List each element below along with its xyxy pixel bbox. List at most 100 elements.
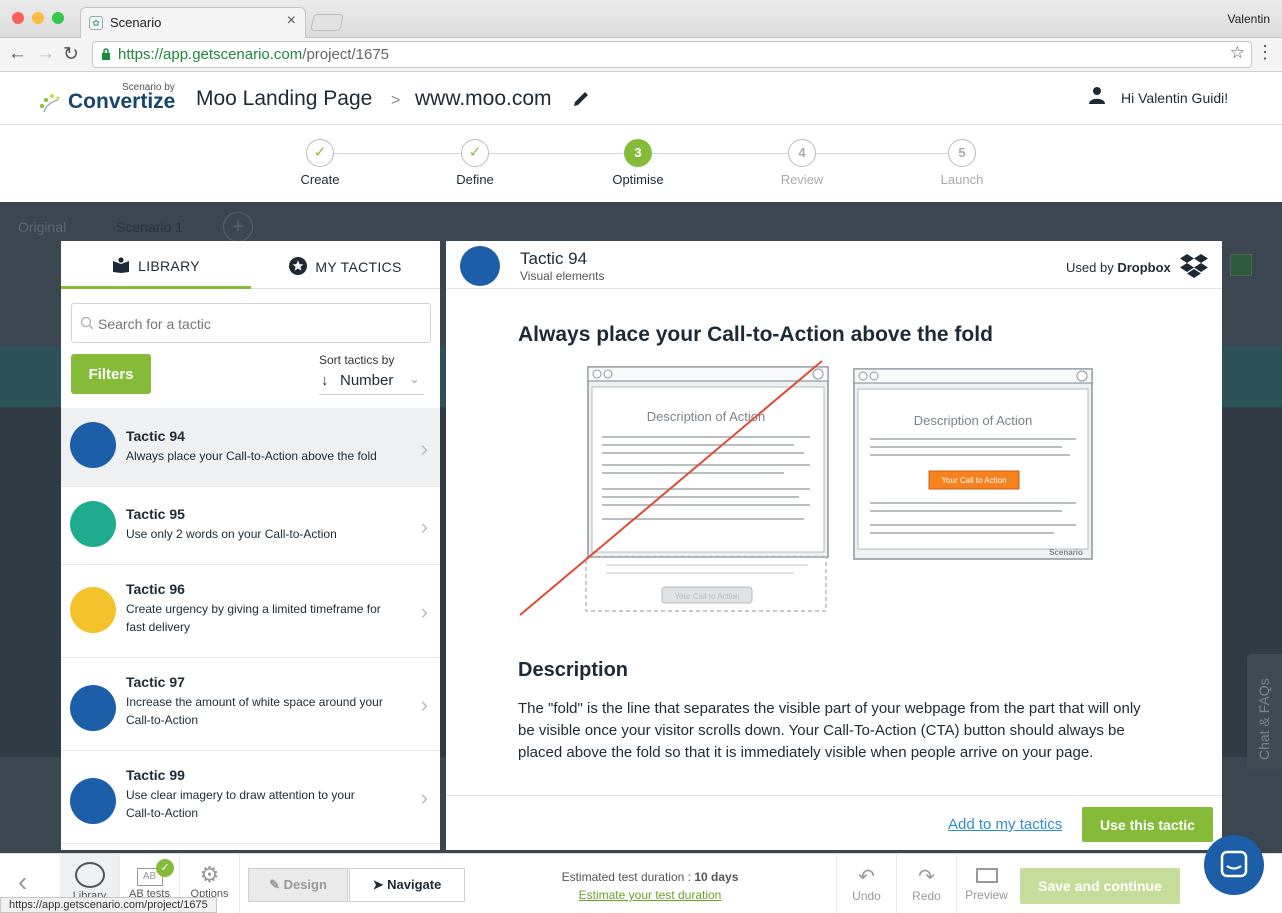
tactic-headline: Always place your Call-to-Action above t… (518, 323, 993, 346)
site-url: www.moo.com (415, 87, 552, 110)
add-to-my-tactics-link[interactable]: Add to my tactics (948, 816, 1062, 833)
pencil-edit-icon[interactable] (571, 89, 591, 109)
chevron-right-icon: › (420, 692, 428, 717)
tactic-item-95[interactable]: Tactic 95 Use only 2 words on your Call-… (61, 487, 440, 565)
user-greeting[interactable]: Hi Valentin Guidi! (1121, 90, 1228, 106)
check-icon: ✓ (306, 139, 334, 167)
breadcrumb-separator: > (391, 92, 401, 109)
minimize-window-button[interactable] (32, 12, 44, 24)
description-text: The "fold" is the line that separates th… (518, 700, 1141, 761)
sort-value: Number (340, 372, 394, 389)
redo-icon: ↷ (918, 866, 935, 888)
browser-tab[interactable]: ✿ Scenario × (80, 7, 306, 38)
tactic-title: Tactic 99 (126, 767, 185, 783)
step-review[interactable]: 4 Review (757, 139, 847, 187)
illus-cta-highlight: Your Call to Action (941, 476, 1006, 485)
tactic-description: Increase the amount of white space aroun… (126, 695, 383, 727)
search-box (71, 303, 431, 343)
tactic-library-panel: LIBRARY MY TACTICS Filters Sort tactics … (61, 241, 440, 850)
gear-icon: ⚙ (199, 862, 220, 887)
undo-button[interactable]: ↶ Undo (836, 854, 896, 913)
favicon-icon: ✿ (89, 16, 103, 30)
forward-arrow-icon[interactable]: → (36, 43, 55, 65)
filters-button[interactable]: Filters (71, 354, 151, 394)
step-optimise[interactable]: 3 Optimise (593, 139, 683, 187)
chevron-left-icon[interactable]: ‹ (18, 866, 27, 898)
convertize-logo-icon (40, 94, 60, 113)
tactic-title: Tactic 94 (126, 428, 185, 444)
tab-library-label: LIBRARY (112, 257, 200, 274)
search-input[interactable] (98, 316, 418, 332)
tactic-detail-header: Tactic 94 Visual elements Used by Dropbo… (446, 241, 1222, 289)
reload-icon[interactable]: ↻ (63, 43, 79, 66)
close-window-button[interactable] (12, 12, 24, 24)
monitor-icon (975, 868, 998, 883)
book-icon (113, 257, 130, 273)
tactic-item-96[interactable]: Tactic 96 Create urgency by giving a lim… (61, 565, 440, 658)
browser-menu-icon[interactable]: ⋮ (1256, 42, 1274, 63)
project-title[interactable]: Moo Landing Page (196, 87, 372, 111)
back-arrow-icon[interactable]: ← (8, 43, 27, 65)
step-define[interactable]: ✓ Define (430, 139, 520, 187)
logo-wordmark[interactable]: Convertize (68, 90, 175, 114)
estimated-duration-text: Estimated test duration : 10 days (561, 870, 739, 884)
tactic-title: Tactic 95 (126, 506, 185, 522)
app-header: Scenario by Convertize Moo Landing Page … (0, 72, 1282, 125)
redo-button[interactable]: ↷ Redo (896, 854, 956, 913)
bookmark-star-icon[interactable]: ☆ (1230, 43, 1245, 63)
tactic-detail-title: Tactic 94 (520, 249, 588, 268)
browser-profile-name[interactable]: Valentin (1228, 12, 1270, 26)
url-text: https://app.getscenario.com/project/1675 (118, 46, 390, 63)
new-tab-button[interactable] (310, 14, 344, 31)
brain-icon (70, 778, 116, 824)
maximize-window-button[interactable] (52, 12, 64, 24)
step-label: Review (780, 172, 824, 187)
description-heading: Description (518, 659, 629, 681)
tactic-description: Use only 2 words on your Call-to-Action (126, 527, 337, 541)
progress-stepper: ✓ Create ✓ Define 3 Optimise 4 Review 5 … (0, 125, 1282, 202)
step-create[interactable]: ✓ Create (275, 139, 365, 187)
navigate-mode-button[interactable]: ➤ Navigate (349, 868, 465, 902)
tactic-description: Create urgency by giving a limited timef… (126, 602, 381, 634)
chevron-right-icon: › (420, 785, 428, 810)
arrow-down-icon: ↓ (321, 372, 329, 389)
undo-label: Undo (852, 889, 881, 903)
illus-heading-right: Description of Action (914, 413, 1033, 428)
tab-my-tactics-label: MY TACTICS (289, 257, 401, 275)
backdrop-widget (1230, 254, 1252, 276)
check-icon: ✓ (461, 139, 489, 167)
tab-library[interactable]: LIBRARY (61, 241, 251, 289)
tactic-title: Tactic 96 (126, 581, 185, 597)
chat-launcher-button[interactable] (1204, 835, 1264, 895)
lock-icon (102, 48, 110, 60)
tactic-detail-panel: Tactic 94 Visual elements Used by Dropbo… (446, 241, 1222, 850)
tab-my-tactics[interactable]: MY TACTICS (251, 241, 440, 289)
brain-icon (460, 246, 500, 286)
chat-faq-label: Chat & FAQs (1256, 678, 1272, 760)
use-this-tactic-button[interactable]: Use this tactic (1082, 807, 1213, 842)
tab-close-icon[interactable]: × (287, 12, 296, 30)
check-badge-icon: ✓ (156, 859, 174, 877)
chat-icon (1220, 850, 1248, 878)
user-icon (1089, 87, 1105, 104)
search-icon (80, 316, 94, 330)
design-mode-button[interactable]: ✎ Design (248, 868, 348, 902)
brain-icon (70, 422, 116, 468)
sort-select[interactable]: ↓ Number ⌄ (319, 369, 424, 395)
step-label: Define (456, 172, 494, 187)
variant-tab-original: Original (18, 219, 67, 235)
tactic-item-97[interactable]: Tactic 97 Increase the amount of white s… (61, 658, 440, 751)
chevron-right-icon: › (420, 514, 428, 539)
tactic-item-99[interactable]: Tactic 99 Use clear imagery to draw atte… (61, 751, 440, 844)
tactic-item-94[interactable]: Tactic 94 Always place your Call-to-Acti… (61, 408, 440, 487)
illus-brand: Scenario (1049, 548, 1083, 557)
step-launch[interactable]: 5 Launch (917, 139, 1007, 187)
chevron-right-icon: › (420, 599, 428, 624)
tactic-title: Tactic 97 (126, 674, 185, 690)
brain-icon (70, 501, 116, 547)
address-bar[interactable]: https://app.getscenario.com/project/1675… (92, 41, 1252, 68)
estimate-duration-link[interactable]: Estimate your test duration (540, 888, 760, 902)
preview-button[interactable]: Preview (956, 854, 1016, 913)
redo-label: Redo (912, 889, 941, 903)
save-and-continue-button[interactable]: Save and continue (1020, 868, 1180, 904)
